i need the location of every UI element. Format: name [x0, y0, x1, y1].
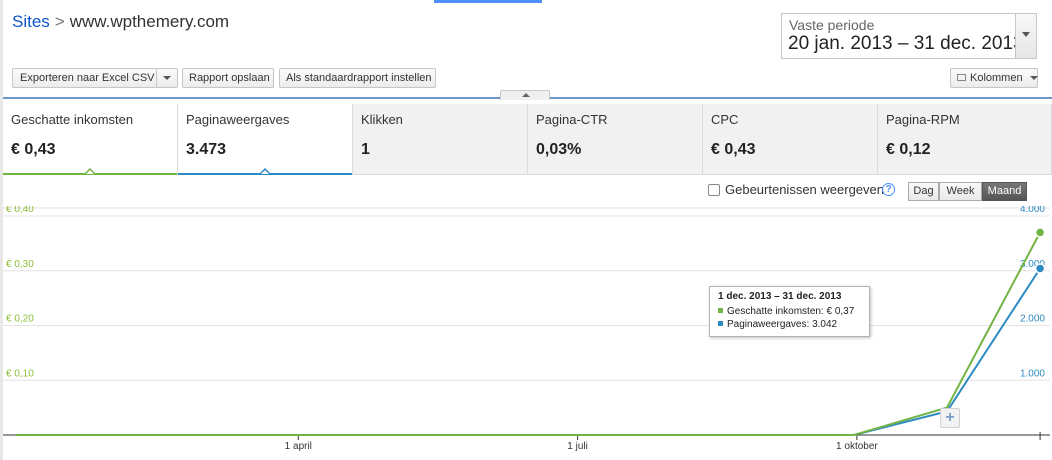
- set-default-report-button[interactable]: Als standaardrapport instellen: [279, 68, 436, 88]
- export-options-dropdown[interactable]: [156, 68, 178, 88]
- zoom-plus-button[interactable]: +: [940, 408, 960, 428]
- chevron-down-icon: [163, 76, 171, 81]
- metric-label: Pagina-CTR: [536, 112, 608, 127]
- right-axis-tick-label: 2.000: [1020, 314, 1045, 325]
- granularity-day-button[interactable]: Dag: [908, 182, 939, 201]
- metric-value: € 0,43: [711, 141, 756, 158]
- tooltip-row-value: 3.042: [812, 319, 838, 330]
- chevron-down-icon: [1029, 76, 1038, 81]
- columns-label: Kolommen: [970, 72, 1023, 84]
- left-axis-tick-label: € 0,30: [6, 259, 34, 270]
- series-line-pageviews: [16, 267, 1041, 436]
- metric-value: 1: [361, 141, 370, 158]
- chart-tooltip: 1 dec. 2013 – 31 dec. 2013 Geschatte ink…: [709, 286, 870, 337]
- date-range-value: 20 jan. 2013 – 31 dec. 2013: [788, 33, 1024, 54]
- metric-tab-page-ctr[interactable]: Pagina-CTR 0,03%: [528, 104, 703, 175]
- x-axis-tick-label: 1 juli: [567, 441, 588, 452]
- right-axis-tick-label: 1.000: [1020, 368, 1045, 379]
- x-axis-tick-label: 1 april: [285, 441, 312, 452]
- tooltip-row-label: Geschatte inkomsten:: [727, 306, 824, 317]
- metric-notch-icon: [260, 168, 270, 174]
- show-events-toggle[interactable]: Gebeurtenissen weergeven: [708, 182, 884, 197]
- save-report-button[interactable]: Rapport opslaan: [182, 68, 274, 88]
- series-point-pageviews: [1034, 263, 1046, 274]
- help-icon[interactable]: ?: [882, 183, 895, 196]
- series-point-estimated-earnings: [1034, 227, 1046, 238]
- metric-value: € 0,43: [11, 141, 56, 158]
- breadcrumb-separator: >: [54, 12, 65, 31]
- left-axis-tick-label: € 0,20: [6, 314, 34, 325]
- metric-value: 0,03%: [536, 141, 582, 158]
- tooltip-row-pageviews: Paginaweergaves: 3.042: [718, 318, 861, 331]
- breadcrumb-sites-link[interactable]: Sites: [12, 12, 50, 31]
- metric-label: Geschatte inkomsten: [11, 112, 134, 127]
- right-axis-tick-label: 4.000: [1020, 206, 1045, 215]
- active-page-indicator: [434, 0, 542, 3]
- metric-notch-icon: [85, 168, 95, 174]
- breadcrumb-current: www.wpthemery.com: [69, 12, 230, 31]
- metric-tabs: Geschatte inkomsten € 0,43 Paginaweergav…: [3, 104, 1052, 175]
- left-axis-tick-label: € 0,10: [6, 368, 34, 379]
- metric-label: Pagina-RPM: [886, 112, 960, 127]
- tooltip-row-label: Paginaweergaves:: [727, 319, 810, 330]
- metric-label: Klikken: [361, 112, 403, 127]
- metric-tab-pageviews[interactable]: Paginaweergaves 3.473: [178, 104, 353, 175]
- columns-icon: [957, 73, 966, 81]
- show-events-label: Gebeurtenissen weergeven: [725, 182, 884, 197]
- metric-label: CPC: [711, 112, 739, 127]
- legend-swatch-icon: [718, 308, 723, 313]
- tooltip-row-value: € 0,37: [826, 306, 855, 317]
- show-events-checkbox[interactable]: [708, 184, 720, 196]
- metric-tab-estimated-earnings[interactable]: Geschatte inkomsten € 0,43: [3, 104, 178, 175]
- metric-label: Paginaweergaves: [186, 112, 290, 127]
- metric-value: € 0,12: [886, 141, 931, 158]
- chevron-down-icon: [1022, 32, 1030, 37]
- metric-tab-page-rpm[interactable]: Pagina-RPM € 0,12: [878, 104, 1052, 175]
- date-range-picker[interactable]: Vaste periode 20 jan. 2013 – 31 dec. 201…: [781, 13, 1037, 59]
- performance-line-chart: € 0,10€ 0,20€ 0,30€ 0,401.0002.0003.0004…: [3, 206, 1050, 452]
- columns-button[interactable]: Kolommen: [950, 68, 1038, 88]
- chevron-up-icon: [522, 93, 530, 97]
- metric-tab-clicks[interactable]: Klikken 1: [353, 104, 528, 175]
- date-range-dropdown-button[interactable]: [1015, 14, 1036, 58]
- metric-value: 3.473: [186, 141, 227, 158]
- export-csv-button[interactable]: Exporteren naar Excel CSV: [12, 68, 157, 88]
- left-axis-tick-label: € 0,40: [6, 206, 34, 215]
- metric-tab-cpc[interactable]: CPC € 0,43: [703, 104, 878, 175]
- granularity-month-button[interactable]: Maand: [982, 182, 1027, 201]
- collapse-toolbar-tab[interactable]: [500, 90, 550, 100]
- legend-swatch-icon: [718, 321, 723, 326]
- date-range-label: Vaste periode: [789, 17, 875, 33]
- x-axis-tick-label: 1 oktober: [836, 441, 878, 452]
- granularity-week-button[interactable]: Week: [939, 182, 982, 201]
- breadcrumb: Sites > www.wpthemery.com: [12, 12, 229, 32]
- tooltip-row-earnings: Geschatte inkomsten: € 0,37: [718, 305, 861, 318]
- tooltip-title: 1 dec. 2013 – 31 dec. 2013: [718, 291, 842, 302]
- series-line-estimated-earnings: [16, 231, 1041, 436]
